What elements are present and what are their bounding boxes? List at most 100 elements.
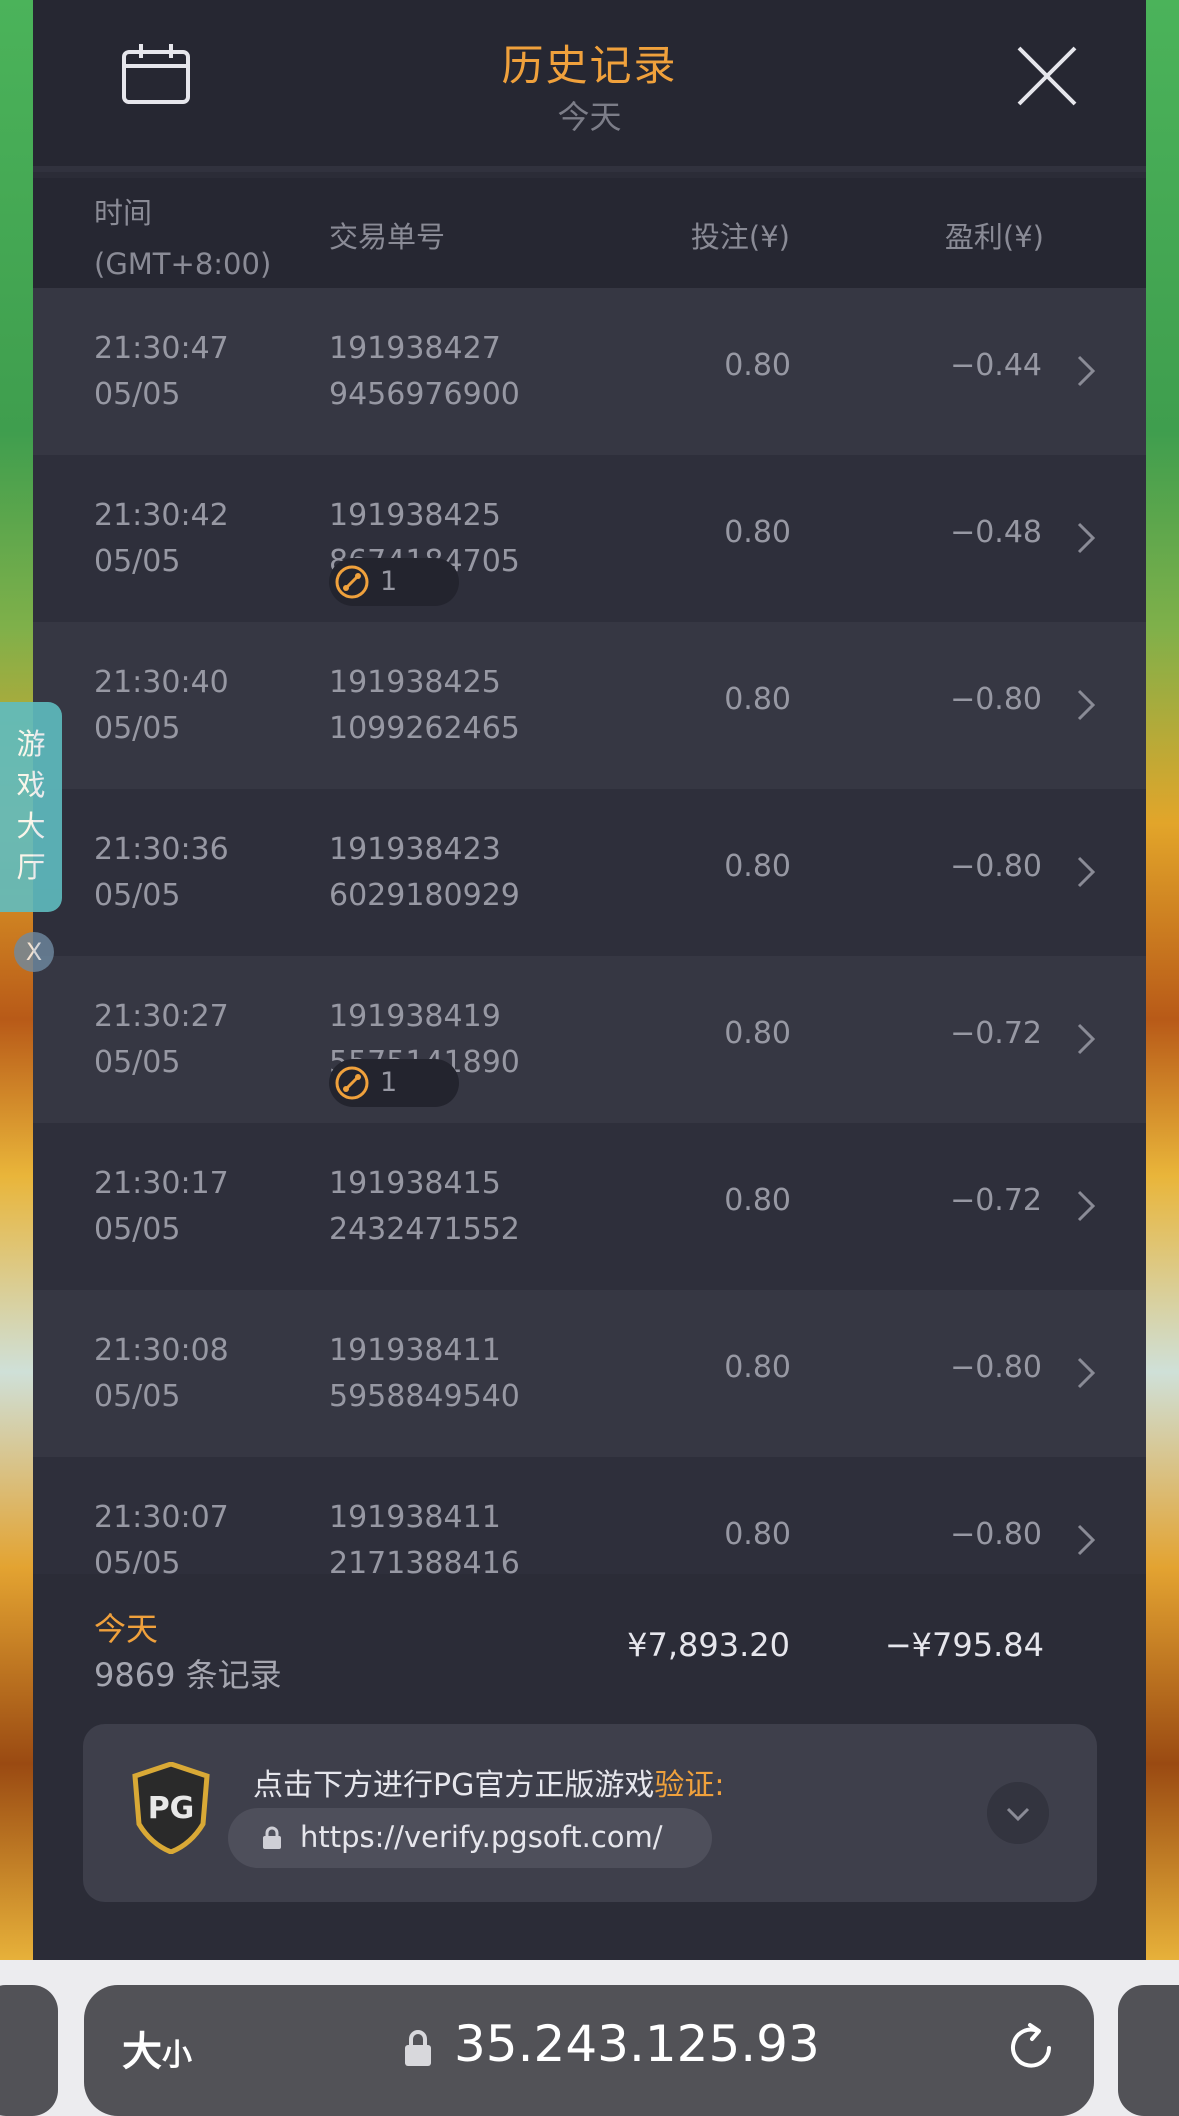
row-txid-part1: 191938411: [329, 1500, 501, 1535]
row-time: 21:30:08 05/05: [94, 1328, 229, 1420]
close-icon[interactable]: [1016, 45, 1078, 107]
row-time-clock: 21:30:36: [94, 832, 229, 867]
row-txid: 191938415 2432471552: [329, 1161, 520, 1253]
browser-toolbar: 大小 35.243.125.93: [0, 1960, 1179, 2116]
row-txid: 191938411 2171388416: [329, 1495, 520, 1574]
history-row[interactable]: 21:30:07 05/05 191938411 2171388416 0.80 −0.8…: [33, 1457, 1146, 1574]
address-bar[interactable]: 大小 35.243.125.93: [84, 1985, 1094, 2116]
history-row[interactable]: 21:30:36 05/05 191938423 6029180929 0.80 −0.8…: [33, 789, 1146, 956]
chevron-right-icon[interactable]: [1076, 855, 1096, 889]
row-profit: −0.44: [950, 348, 1042, 383]
history-row[interactable]: 21:30:2705/0519193841955751418900.80−0.7…: [33, 956, 1146, 1123]
next-tab[interactable]: [1118, 1985, 1179, 2116]
row-profit: −0.72: [950, 1016, 1042, 1051]
chevron-right-icon[interactable]: [1076, 1022, 1096, 1056]
verify-text-highlight: 验证:: [654, 1768, 725, 1803]
chevron-right-icon[interactable]: [1076, 1523, 1096, 1557]
chevron-right-icon[interactable]: [1076, 354, 1096, 388]
row-time-clock: 21:30:47: [94, 331, 229, 366]
chevron-right-icon[interactable]: [1076, 1356, 1096, 1390]
row-date: 05/05: [94, 1045, 181, 1080]
row-txid-part2: 2171388416: [329, 1546, 520, 1574]
text-size-small: 小: [162, 2038, 192, 2073]
row-bet: 0.80: [724, 348, 791, 383]
row-time-clock: 21:30:42: [94, 498, 229, 533]
column-bet: 投注(¥): [690, 220, 790, 254]
row-time: 21:30:27 05/05: [94, 994, 229, 1086]
column-txid: 交易单号: [329, 220, 446, 254]
row-txid-part1: 191938415: [329, 1166, 501, 1201]
row-txid: 191938411 5958849540: [329, 1328, 520, 1420]
text-size-button[interactable]: 大小: [122, 2019, 192, 2077]
row-date: 05/05: [94, 1212, 181, 1247]
date-filter-label: 今天: [557, 98, 622, 136]
row-bet: 0.80: [724, 1183, 791, 1218]
row-txid-part1: 191938419: [329, 999, 501, 1034]
row-txid-part2: 9456976900: [329, 377, 520, 412]
verify-url-link[interactable]: https://verify.pgsoft.com/: [228, 1808, 712, 1868]
side-tab-close-button[interactable]: X: [14, 932, 54, 972]
history-row[interactable]: 21:30:4205/0519193842586741847050.80−0.4…: [33, 455, 1146, 622]
row-bet: 0.80: [724, 1517, 791, 1552]
history-row[interactable]: 21:30:17 05/05 191938415 2432471552 0.80 −0.7…: [33, 1123, 1146, 1290]
column-time-zone: (GMT+8:00): [94, 247, 272, 281]
history-row[interactable]: 21:30:47 05/05 191938427 9456976900 0.80 −0.4…: [33, 288, 1146, 455]
history-panel: 历史记录 今天 时间 (GMT+8:00) 交易单号 投注(¥) 盈利(¥) 2…: [33, 0, 1146, 1960]
row-time-clock: 21:30:40: [94, 665, 229, 700]
verify-text: 点击下方进行PG官方正版游戏验证:: [253, 1760, 724, 1804]
row-date: 05/05: [94, 1379, 181, 1414]
row-txid-part1: 191938425: [329, 498, 501, 533]
row-txid-part1: 191938411: [329, 1333, 501, 1368]
lock-icon: [263, 1826, 281, 1849]
column-time-label: 时间: [94, 196, 153, 230]
chevron-right-icon[interactable]: [1076, 688, 1096, 722]
side-tab-char: 大: [16, 809, 46, 843]
row-date: 05/05: [94, 544, 181, 579]
total-bet: ¥7,893.20: [627, 1626, 790, 1664]
free-spin-icon: [335, 565, 369, 599]
row-bet: 0.80: [724, 1350, 791, 1385]
row-date: 05/05: [94, 377, 181, 412]
row-txid-part1: 191938427: [329, 331, 501, 366]
free-spin-icon: [335, 1066, 369, 1100]
chevron-right-icon[interactable]: [1076, 1189, 1096, 1223]
verify-url-text: https://verify.pgsoft.com/: [300, 1820, 663, 1854]
row-profit: −0.80: [950, 1350, 1042, 1385]
history-list[interactable]: 21:30:47 05/05 191938427 9456976900 0.80 −0.4…: [33, 288, 1146, 1574]
chevron-right-icon[interactable]: [1076, 521, 1096, 555]
row-txid-part2: 2432471552: [329, 1212, 520, 1247]
row-txid-part2: 5958849540: [329, 1379, 520, 1414]
row-txid-part1: 191938423: [329, 832, 501, 867]
verify-text-main: 点击下方进行PG官方正版游戏: [253, 1768, 655, 1803]
pg-logo-text: PG: [148, 1791, 195, 1826]
column-header: 时间 (GMT+8:00) 交易单号 投注(¥) 盈利(¥): [33, 178, 1146, 288]
game-lobby-tab[interactable]: 游戏大厅: [0, 702, 62, 912]
summary-label: 今天: [94, 1610, 159, 1648]
badge-count: 1: [380, 566, 398, 597]
history-row[interactable]: 21:30:08 05/05 191938411 5958849540 0.80 −0.8…: [33, 1290, 1146, 1457]
row-time: 21:30:17 05/05: [94, 1161, 229, 1253]
record-count: 9869 条记录: [94, 1656, 282, 1694]
row-time-clock: 21:30:27: [94, 999, 229, 1034]
row-time: 21:30:36 05/05: [94, 827, 229, 919]
row-txid: 191938423 6029180929: [329, 827, 520, 919]
row-time-clock: 21:30:08: [94, 1333, 229, 1368]
total-profit: −¥795.84: [884, 1626, 1044, 1664]
row-bet: 0.80: [724, 515, 791, 550]
row-date: 05/05: [94, 711, 181, 746]
chevron-down-icon[interactable]: [987, 1782, 1049, 1844]
row-time: 21:30:40 05/05: [94, 660, 229, 752]
row-time-clock: 21:30:07: [94, 1500, 229, 1535]
row-time: 21:30:42 05/05: [94, 493, 229, 585]
row-profit: −0.80: [950, 1517, 1042, 1552]
badge-count: 1: [380, 1067, 398, 1098]
column-profit: 盈利(¥): [944, 220, 1044, 254]
panel-header: 历史记录 今天: [33, 0, 1146, 172]
reload-icon[interactable]: [1004, 2021, 1058, 2075]
row-txid-part1: 191938425: [329, 665, 501, 700]
row-txid-part2: 6029180929: [329, 878, 520, 913]
page-title: 历史记录: [501, 41, 678, 90]
verify-banner: PG 点击下方进行PG官方正版游戏验证: https://verify.pgso…: [83, 1724, 1097, 1902]
previous-tab[interactable]: [0, 1985, 58, 2116]
history-row[interactable]: 21:30:40 05/05 191938425 1099262465 0.80 −0.8…: [33, 622, 1146, 789]
